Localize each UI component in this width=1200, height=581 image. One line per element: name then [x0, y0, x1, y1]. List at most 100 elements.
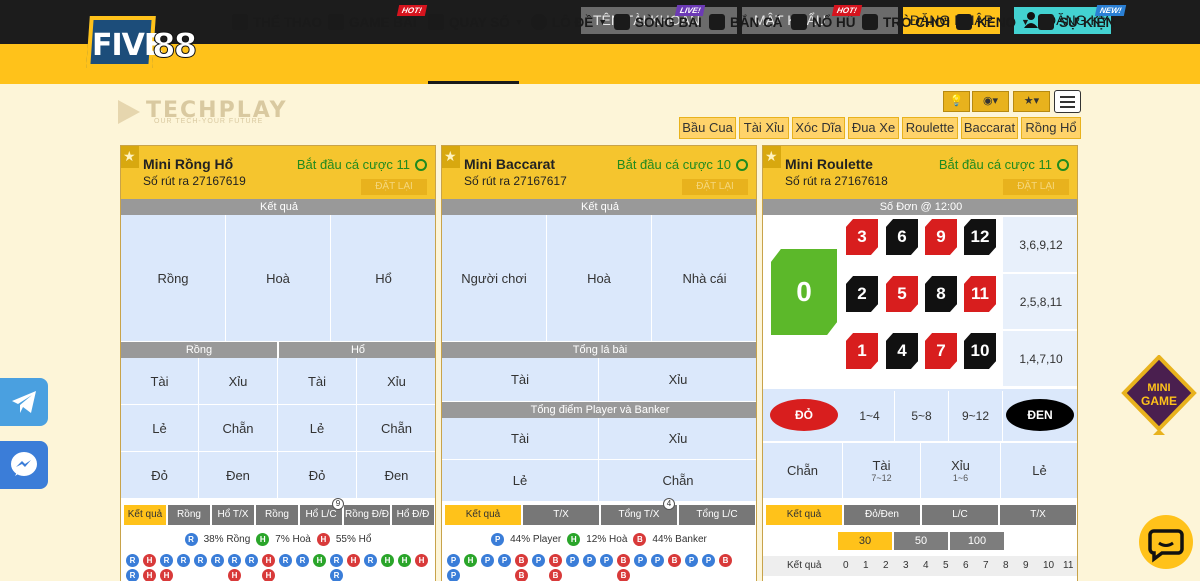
bet-range-1-4[interactable]: 1~4 [845, 391, 895, 441]
bet-big[interactable]: Tài 7~12 [843, 443, 921, 499]
reset-button[interactable]: ĐẶT LẠI [1003, 179, 1069, 195]
nav-games[interactable]: TRÒ CHƠI [862, 11, 950, 33]
favorite-toggle[interactable]: ★ [763, 146, 781, 168]
tab-red-black[interactable]: Đỏ/Đen [844, 505, 920, 525]
nav-number-draw[interactable]: QUAY SỐ ▼ [428, 11, 524, 33]
tab-bau-cua[interactable]: Bầu Cua [679, 117, 736, 139]
bet-odd[interactable]: Lẻ [1001, 443, 1077, 499]
bet-number-9[interactable]: 9 [925, 219, 957, 255]
tab-result[interactable]: Kết quả [766, 505, 842, 525]
reset-button[interactable]: ĐẶT LẠI [361, 179, 427, 195]
result-number-col: 11 [1063, 560, 1074, 571]
messenger-button[interactable] [0, 441, 48, 489]
bet-column-mid[interactable]: 2,5,8,11 [1003, 274, 1077, 330]
bet-tiger-red[interactable]: Đỏ [278, 452, 357, 499]
five88-logo[interactable]: FIVE 88 [86, 16, 198, 72]
bet-dragon-even[interactable]: Chẵn [199, 405, 278, 452]
bet-number-2[interactable]: 2 [846, 276, 878, 312]
bet-range-5-8[interactable]: 5~8 [895, 391, 949, 441]
bet-tiger-even[interactable]: Chẵn [357, 405, 435, 452]
count-30-button[interactable]: 30 [838, 532, 892, 550]
bet-player[interactable]: Người chơi [442, 215, 547, 342]
tab-big-small[interactable]: T/X [1000, 505, 1076, 525]
bet-tiger-black[interactable]: Đen [357, 452, 435, 499]
bet-dragon-small[interactable]: Xỉu [199, 358, 278, 405]
bet-number-1[interactable]: 1 [846, 333, 878, 369]
favorite-dropdown-button[interactable]: ★▾ [1013, 91, 1050, 112]
bet-number-5[interactable]: 5 [886, 276, 918, 312]
bet-cards-small[interactable]: Xỉu [599, 358, 756, 402]
tab-dragon-lc[interactable]: Rồng L/C [256, 505, 298, 540]
hamburger-menu-button[interactable] [1054, 90, 1081, 113]
bet-tiger-big[interactable]: Tài [278, 358, 357, 405]
tab-xoc-dia[interactable]: Xóc Dĩa [792, 117, 845, 139]
tab-total-lc[interactable]: Tổng L/C [679, 505, 755, 525]
bet-dragon-black[interactable]: Đen [199, 452, 278, 499]
mini-game-button[interactable]: MINI GAME [1120, 355, 1198, 435]
bet-column-top[interactable]: 3,6,9,12 [1003, 217, 1077, 273]
bet-number-6[interactable]: 6 [886, 219, 918, 255]
bet-dragon[interactable]: Rồng [121, 215, 226, 342]
tab-tai-xiu[interactable]: Tài Xỉu [739, 117, 789, 139]
nav-fishing[interactable]: BẮN CÁ [709, 11, 783, 33]
nav-lottery[interactable]: LÔ ĐỀ ▼ [531, 11, 607, 33]
tab-total-tx[interactable]: Tổng T/X 4 [601, 498, 677, 525]
tab-result[interactable]: Kết quả [124, 505, 166, 525]
bet-number-7[interactable]: 7 [925, 333, 957, 369]
bet-number-4[interactable]: 4 [886, 333, 918, 369]
bet-cards-big[interactable]: Tài [442, 358, 599, 402]
tab-rong-ho[interactable]: Rồng Hổ [1021, 117, 1081, 139]
count-100-button[interactable]: 100 [950, 532, 1004, 550]
tab-baccarat[interactable]: Baccarat [961, 117, 1018, 139]
bet-points-odd[interactable]: Lẻ [442, 460, 599, 502]
bet-number-12[interactable]: 12 [964, 219, 996, 255]
count-50-button[interactable]: 50 [894, 532, 948, 550]
tab-tx[interactable]: T/X [523, 505, 599, 525]
nav-keno[interactable]: KENO ▼ [956, 11, 1030, 33]
bet-range-9-12[interactable]: 9~12 [949, 391, 1003, 441]
bet-red[interactable]: ĐỎ [770, 399, 838, 431]
nav-casino[interactable]: LIVE! SÒNG BÀI [614, 5, 706, 33]
tab-tiger-tx[interactable]: Hổ T/X [212, 505, 254, 525]
bet-tie[interactable]: Hoà [547, 215, 652, 342]
bet-points-even[interactable]: Chẵn [599, 460, 756, 502]
nav-slots[interactable]: HOT! NỔ HŨ [791, 5, 862, 33]
reset-button[interactable]: ĐẶT LẠI [682, 179, 748, 195]
live-chat-button[interactable] [1139, 515, 1193, 569]
nav-sports[interactable]: THỂ THAO [232, 11, 322, 33]
bet-points-big[interactable]: Tài [442, 418, 599, 460]
favorite-toggle[interactable]: ★ [442, 146, 460, 168]
tab-tiger-lc[interactable]: Hổ L/C 9 [300, 498, 344, 525]
telegram-button[interactable] [0, 378, 48, 426]
tab-dua-xe[interactable]: Đua Xe [848, 117, 899, 139]
bet-points-small[interactable]: Xỉu [599, 418, 756, 460]
tab-dragon-tx[interactable]: Rồng T/X [168, 505, 210, 540]
bet-dragon-red[interactable]: Đỏ [121, 452, 199, 499]
tab-roulette[interactable]: Roulette [902, 117, 958, 139]
bet-tie[interactable]: Hoà [226, 215, 331, 342]
bet-zero[interactable]: 0 [771, 249, 837, 335]
bet-dragon-odd[interactable]: Lẻ [121, 405, 199, 452]
tab-dragon-rb[interactable]: Rồng Đ/Đ [344, 505, 390, 525]
chip-dropdown-button[interactable]: ◉▾ [972, 91, 1009, 112]
bet-banker[interactable]: Nhà cái [652, 215, 756, 342]
bet-black[interactable]: ĐEN [1006, 399, 1074, 431]
bet-small[interactable]: Xỉu 1~6 [921, 443, 1001, 499]
tab-odd-even[interactable]: L/C [922, 505, 998, 525]
nav-events[interactable]: NEW! SỰ KIỆN [1038, 5, 1127, 33]
bet-tiger-odd[interactable]: Lẻ [278, 405, 357, 452]
favorite-toggle[interactable]: ★ [121, 146, 139, 168]
bet-dragon-big[interactable]: Tài [121, 358, 199, 405]
tab-tiger-rb[interactable]: Hổ Đ/Đ [392, 505, 434, 525]
nav-card-games[interactable]: HOT! GAME BÀI [328, 5, 427, 33]
bet-number-8[interactable]: 8 [925, 276, 957, 312]
tab-result[interactable]: Kết quả [445, 505, 521, 525]
bet-number-10[interactable]: 10 [964, 333, 996, 369]
bet-tiger-small[interactable]: Xỉu [357, 358, 435, 405]
bet-number-3[interactable]: 3 [846, 219, 878, 255]
bet-tiger[interactable]: Hổ [331, 215, 435, 342]
bet-even[interactable]: Chẵn [763, 443, 843, 499]
lightbulb-button[interactable]: 💡 [943, 91, 970, 112]
bet-number-11[interactable]: 11 [964, 276, 996, 312]
bet-column-bottom[interactable]: 1,4,7,10 [1003, 331, 1077, 387]
